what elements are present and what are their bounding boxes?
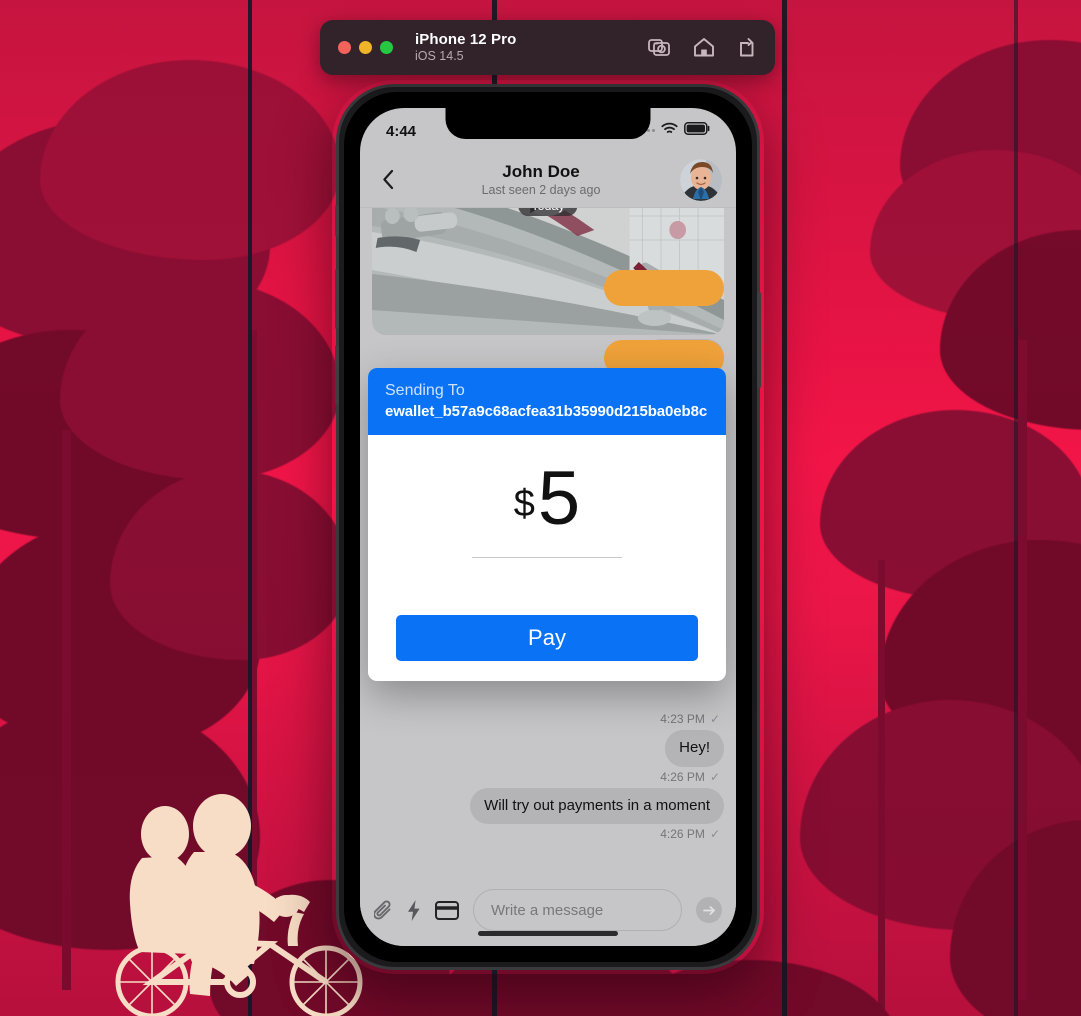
lightning-bolt-icon[interactable] xyxy=(407,899,421,921)
rotate-icon[interactable] xyxy=(737,37,757,58)
pole-line xyxy=(782,0,787,1016)
wallet-address: ewallet_b57a9c68acfea31b35990d215ba0eb8c xyxy=(385,403,708,420)
delivery-tick-icon: ✓ xyxy=(709,769,720,784)
currency-symbol: $ xyxy=(513,483,535,525)
message-input-wrapper[interactable] xyxy=(473,889,682,931)
back-button[interactable] xyxy=(374,165,402,195)
delivery-tick-icon: ✓ xyxy=(709,827,720,842)
battery-icon xyxy=(684,121,710,139)
simulator-titlebar: iPhone 12 Pro iOS 14.5 xyxy=(320,20,775,75)
pole-line xyxy=(1014,0,1018,1016)
simulator-device-info: iPhone 12 Pro iOS 14.5 xyxy=(415,30,517,64)
power-button[interactable] xyxy=(757,292,761,388)
message-bubble[interactable]: Will try out payments in a moment xyxy=(470,787,724,825)
credit-card-icon[interactable] xyxy=(435,900,459,920)
payment-bubble[interactable] xyxy=(604,270,724,306)
silent-switch[interactable] xyxy=(335,205,339,237)
date-badge: Today xyxy=(518,208,578,216)
avatar[interactable] xyxy=(680,158,722,201)
contact-status: Last seen 2 days ago xyxy=(481,182,601,197)
send-arrow-icon[interactable] xyxy=(696,897,722,923)
home-icon[interactable] xyxy=(693,37,715,58)
window-traffic-lights[interactable] xyxy=(338,41,393,54)
wifi-icon xyxy=(661,122,678,139)
delivery-tick-icon: ✓ xyxy=(709,711,720,726)
message-input[interactable] xyxy=(491,901,664,919)
message-time: 4:26 PM xyxy=(660,769,705,784)
chat-contact-info: John Doe Last seen 2 days ago xyxy=(402,162,680,197)
volume-up-button[interactable] xyxy=(335,269,339,329)
message-bubble[interactable]: Hey! xyxy=(665,729,724,767)
message-meta: 4:23 PM ✓ xyxy=(372,712,720,726)
amount-value[interactable]: 5 xyxy=(538,460,580,536)
maximize-button[interactable] xyxy=(380,41,393,54)
message-row: Will try out payments in a moment xyxy=(372,787,724,825)
payment-modal-header: Sending To ewallet_b57a9c68acfea31b35990… xyxy=(368,368,726,435)
device-name: iPhone 12 Pro xyxy=(415,30,517,48)
message-row: Hey! xyxy=(372,729,724,767)
amount-input-underline xyxy=(472,557,622,559)
paperclip-icon[interactable] xyxy=(374,899,393,921)
screenshot-icon[interactable] xyxy=(648,37,671,58)
volume-down-button[interactable] xyxy=(335,345,339,405)
chat-header: John Doe Last seen 2 days ago xyxy=(360,152,736,208)
message-meta: 4:26 PM ✓ xyxy=(372,827,720,841)
payment-modal-body: $ 5 Pay xyxy=(368,435,726,681)
amount-display[interactable]: $ 5 xyxy=(513,460,580,536)
message-time: 4:23 PM xyxy=(660,711,705,726)
payment-modal: Sending To ewallet_b57a9c68acfea31b35990… xyxy=(368,368,726,681)
minimize-button[interactable] xyxy=(359,41,372,54)
sending-to-label: Sending To xyxy=(385,382,465,399)
message-time: 4:26 PM xyxy=(660,827,705,842)
home-indicator[interactable] xyxy=(478,931,618,936)
pay-button[interactable]: Pay xyxy=(396,615,698,661)
contact-name: John Doe xyxy=(502,162,580,182)
message-meta: 4:26 PM ✓ xyxy=(372,770,720,784)
screen-notch xyxy=(445,108,651,139)
status-time: 4:44 xyxy=(386,122,417,140)
simulator-toolbar xyxy=(648,37,757,58)
device-os-version: iOS 14.5 xyxy=(415,49,464,64)
close-button[interactable] xyxy=(338,41,351,54)
